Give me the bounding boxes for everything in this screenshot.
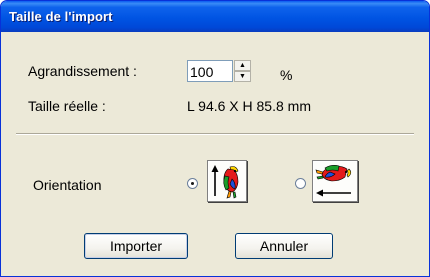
cancel-button[interactable]: Annuler [235, 233, 333, 259]
parrot-upright-arrow-up-icon [211, 165, 239, 199]
orientation-label: Orientation [33, 177, 102, 193]
orientation-rotated-button[interactable] [312, 160, 358, 202]
import-button[interactable]: Importer [84, 233, 188, 259]
size-label: Taille réelle : [28, 98, 106, 114]
spin-down-button[interactable]: ▼ [234, 71, 251, 82]
separator [16, 133, 414, 135]
title-bar[interactable]: Taille de l'import [1, 1, 429, 32]
radio-selected-dot [191, 182, 194, 185]
size-value: L 94.6 X H 85.8 mm [187, 98, 311, 114]
spin-up-button[interactable]: ▲ [234, 60, 251, 71]
import-size-dialog: Taille de l'import Agrandissement : 100 … [0, 0, 430, 277]
orientation-upright-button[interactable] [207, 160, 247, 202]
dialog-title: Taille de l'import [9, 9, 113, 24]
zoom-input[interactable]: 100 [187, 60, 233, 82]
orientation-radio-rotated[interactable] [295, 178, 306, 189]
dialog-content: Agrandissement : 100 ▲ ▼ % Taille réelle… [4, 32, 426, 273]
orientation-radio-upright[interactable] [187, 178, 198, 189]
zoom-unit: % [280, 67, 293, 83]
arrow-down-icon: ▼ [239, 73, 246, 80]
parrot-rotated-arrow-left-icon [315, 165, 352, 197]
arrow-up-icon: ▲ [239, 62, 246, 69]
zoom-value: 100 [190, 64, 214, 80]
zoom-label: Agrandissement : [28, 63, 137, 79]
zoom-spinner: ▲ ▼ [234, 60, 251, 82]
